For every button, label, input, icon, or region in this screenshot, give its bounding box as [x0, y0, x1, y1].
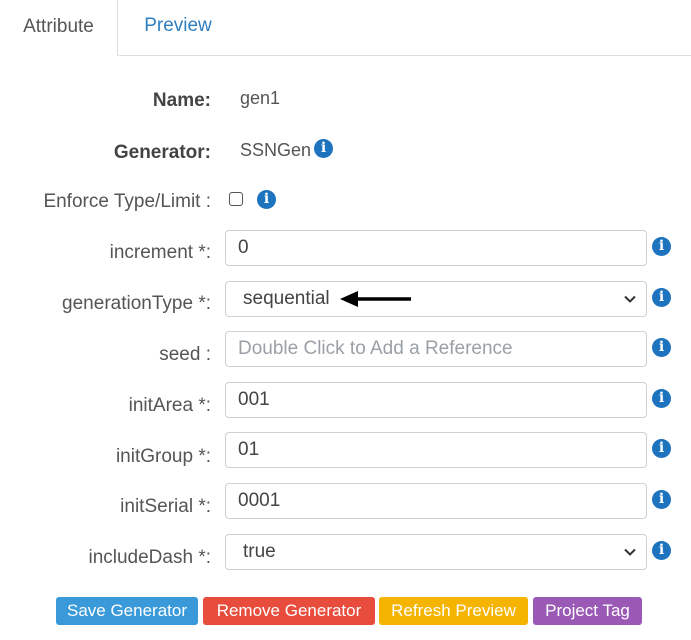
increment-input[interactable]: 0 [225, 230, 647, 266]
generationtype-value: sequential [243, 288, 330, 309]
tab-preview[interactable]: Preview [120, 0, 236, 55]
initserial-input[interactable]: 0001 [225, 483, 647, 519]
info-icon[interactable]: i [652, 338, 671, 357]
info-icon[interactable]: i [257, 190, 276, 209]
generator-label: Generator: [113, 142, 211, 163]
info-icon[interactable]: i [652, 389, 671, 408]
info-icon[interactable]: i [652, 490, 671, 509]
info-icon[interactable]: i [652, 439, 671, 458]
tab-attribute[interactable]: Attribute [0, 0, 118, 56]
enforce-label: Enforce Type/Limit : [43, 191, 211, 212]
initserial-label: initSerial *: [120, 496, 211, 517]
increment-label: increment *: [109, 242, 211, 263]
generationtype-label: generationType *: [62, 293, 211, 314]
seed-input[interactable]: Double Click to Add a Reference [225, 331, 647, 367]
initgroup-value: 01 [238, 439, 260, 460]
initgroup-input[interactable]: 01 [225, 432, 647, 468]
includedash-value: true [243, 541, 276, 562]
chevron-down-icon [624, 548, 636, 556]
info-icon[interactable]: i [652, 237, 671, 256]
name-value: gen1 [240, 88, 281, 108]
initarea-input[interactable]: 001 [225, 382, 647, 418]
tab-bar: Attribute Preview [0, 0, 691, 56]
info-icon[interactable]: i [652, 288, 671, 307]
includedash-label: includeDash *: [88, 547, 211, 568]
arrow-left-icon [340, 291, 411, 307]
initgroup-label: initGroup *: [115, 446, 211, 467]
enforce-checkbox[interactable] [229, 192, 243, 206]
tab-divider [119, 55, 691, 56]
chevron-down-icon [624, 295, 636, 303]
info-icon[interactable]: i [314, 139, 333, 158]
info-icon[interactable]: i [652, 541, 671, 560]
generator-value: SSNGen [240, 140, 312, 160]
remove-generator-button[interactable]: Remove Generator [203, 597, 375, 625]
initarea-label: initArea *: [128, 395, 211, 416]
initarea-value: 001 [238, 389, 270, 410]
includedash-select[interactable]: true [225, 534, 647, 570]
seed-placeholder: Double Click to Add a Reference [238, 338, 513, 359]
name-label: Name: [152, 90, 211, 111]
project-tag-button[interactable]: Project Tag [533, 597, 642, 625]
initserial-value: 0001 [238, 490, 281, 511]
generationtype-select[interactable]: sequential [225, 281, 647, 317]
refresh-preview-button[interactable]: Refresh Preview [379, 597, 528, 625]
save-generator-button[interactable]: Save Generator [56, 597, 198, 625]
increment-value: 0 [238, 237, 249, 258]
seed-label: seed : [159, 344, 211, 365]
